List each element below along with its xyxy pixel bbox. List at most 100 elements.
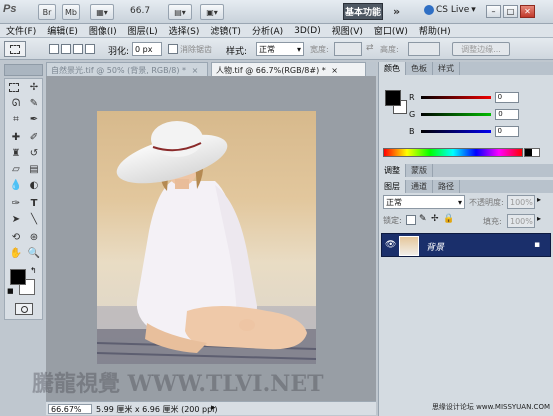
maximize-button[interactable]: □ — [503, 5, 518, 18]
add-selection-icon[interactable] — [61, 44, 71, 54]
channel-value-b[interactable]: 0 — [494, 125, 519, 137]
pen-tool-icon[interactable]: ✑ — [9, 197, 23, 211]
lock-all-icon[interactable]: 🔒 — [443, 214, 454, 224]
healing-brush-tool-icon[interactable]: ✚ — [9, 131, 23, 145]
height-input[interactable] — [408, 42, 440, 56]
more-workspaces-icon[interactable]: » — [393, 5, 400, 18]
subtract-selection-icon[interactable] — [73, 44, 83, 54]
crop-tool-icon[interactable]: ⌗ — [9, 113, 23, 127]
opacity-arrow-icon[interactable]: ▸ — [537, 195, 541, 204]
lock-transparent-icon[interactable] — [406, 215, 416, 225]
tab-adjustments[interactable]: 调整 — [379, 164, 406, 177]
fill-arrow-icon[interactable]: ▸ — [537, 214, 541, 223]
menu-image[interactable]: 图像(I) — [89, 24, 117, 37]
marquee-tool-icon[interactable] — [9, 83, 19, 92]
blur-tool-icon[interactable]: 💧 — [9, 179, 23, 193]
fill-input[interactable]: 100% — [507, 214, 535, 228]
minimize-button[interactable]: – — [486, 5, 501, 18]
tab-styles[interactable]: 样式 — [433, 62, 460, 75]
tool-preset-picker[interactable] — [4, 41, 26, 57]
channel-label-b: B — [409, 126, 415, 136]
brush-tool-icon[interactable]: ✐ — [27, 131, 41, 145]
status-menu-icon[interactable]: ▸ — [211, 403, 216, 413]
gradient-tool-icon[interactable]: ▤ — [27, 163, 41, 177]
lock-position-icon[interactable]: ✢ — [431, 214, 439, 224]
menu-filter[interactable]: 滤镜(T) — [210, 24, 241, 37]
quick-mask-button[interactable] — [15, 303, 33, 315]
chevron-down-icon: ▾ — [457, 197, 462, 207]
hand-tool-icon[interactable]: ✋ — [9, 247, 23, 261]
zoom-level[interactable]: 66.7 — [130, 6, 150, 16]
blend-mode-select[interactable]: 正常 ▾ — [383, 195, 465, 209]
visibility-eye-icon[interactable]: 👁 — [385, 240, 396, 250]
menu-edit[interactable]: 编辑(E) — [47, 24, 78, 37]
style-select[interactable]: 正常 ▾ — [256, 42, 304, 56]
shape-tool-icon[interactable]: ╲ — [27, 213, 41, 227]
tab-channels[interactable]: 通道 — [406, 180, 433, 193]
3d-rotate-tool-icon[interactable]: ⟲ — [9, 231, 23, 245]
menu-window[interactable]: 窗口(W) — [374, 24, 408, 37]
slider-r[interactable] — [420, 95, 491, 99]
lock-image-icon[interactable]: ✎ — [419, 214, 427, 224]
slider-b[interactable] — [420, 129, 491, 133]
tab-document-2[interactable]: 人物.tif @ 66.7%(RGB/8#) * × — [211, 62, 366, 76]
move-tool-icon[interactable]: ✢ — [27, 81, 41, 95]
width-input[interactable] — [334, 42, 362, 56]
workspace-button[interactable]: 基本功能 — [343, 3, 383, 20]
dodge-tool-icon[interactable]: ◐ — [27, 179, 41, 193]
tab-layers[interactable]: 图层 — [379, 180, 406, 193]
swap-icon[interactable]: ⇄ — [366, 43, 374, 53]
tools-header[interactable] — [4, 64, 43, 76]
default-colors-icon[interactable]: ■ — [7, 287, 14, 295]
tab-document-1[interactable]: 自然景光.tif @ 50% (背景, RGB/8) * × — [46, 62, 208, 76]
refine-edge-button[interactable]: 调整边缘... — [452, 42, 510, 56]
swap-colors-icon[interactable]: ↰ — [30, 266, 37, 275]
status-zoom[interactable]: 66.67% — [48, 404, 92, 414]
color-spectrum-bar[interactable] — [383, 148, 523, 157]
bridge-button[interactable]: Br — [38, 4, 56, 20]
black-white-swatch[interactable] — [524, 148, 540, 157]
cs-live-button[interactable]: CS Live ▾ — [424, 5, 476, 15]
color-panel-foreground-top — [385, 90, 401, 106]
menu-3d[interactable]: 3D(D) — [294, 26, 321, 36]
tab-masks[interactable]: 蒙版 — [406, 164, 433, 177]
arrange-documents-button[interactable]: ▤▾ — [168, 4, 192, 20]
menu-select[interactable]: 选择(S) — [169, 24, 200, 37]
intersect-selection-icon[interactable] — [85, 44, 95, 54]
layer-row-background[interactable]: 👁 背景 ▪ — [381, 233, 551, 257]
close-tab-icon[interactable]: × — [331, 66, 338, 75]
opacity-input[interactable]: 100% — [507, 195, 535, 209]
clone-stamp-tool-icon[interactable]: ♜ — [9, 147, 23, 161]
menu-analysis[interactable]: 分析(A) — [252, 24, 283, 37]
lasso-tool-icon[interactable]: ᘏ — [9, 97, 23, 111]
path-select-tool-icon[interactable]: ➤ — [9, 213, 23, 227]
3d-orbit-tool-icon[interactable]: ⊛ — [27, 231, 41, 245]
close-tab-icon[interactable]: × — [192, 66, 199, 75]
slider-g[interactable] — [421, 112, 492, 116]
tab-color[interactable]: 颜色 — [379, 62, 406, 75]
tab-paths[interactable]: 路径 — [433, 180, 460, 193]
close-button[interactable]: ✕ — [520, 5, 535, 18]
zoom-tool-icon[interactable]: 🔍 — [27, 247, 41, 261]
right-panel-dock: 颜色 色板 样式 R 0 G 0 B 0 调整 蒙版 图层 通道 路径 正常 ▾… — [378, 62, 553, 416]
channel-row-g: G 0 — [409, 108, 549, 120]
mini-bridge-button[interactable]: Mb — [62, 4, 80, 20]
screen-mode-button[interactable]: ▣▾ — [200, 4, 224, 20]
eraser-tool-icon[interactable]: ▱ — [9, 163, 23, 177]
new-selection-icon[interactable] — [49, 44, 59, 54]
menu-help[interactable]: 帮助(H) — [419, 24, 451, 37]
channel-value-g[interactable]: 0 — [495, 108, 520, 120]
view-extras-button[interactable]: ▦▾ — [90, 4, 114, 20]
menu-file[interactable]: 文件(F) — [6, 24, 36, 37]
feather-input[interactable]: 0 px — [132, 42, 162, 56]
menu-view[interactable]: 视图(V) — [332, 24, 363, 37]
quick-select-tool-icon[interactable]: ✎ — [27, 97, 41, 111]
menu-layer[interactable]: 图层(L) — [128, 24, 158, 37]
eyedropper-tool-icon[interactable]: ✒ — [27, 113, 41, 127]
history-brush-tool-icon[interactable]: ↺ — [27, 147, 41, 161]
antialias-checkbox[interactable] — [168, 44, 178, 54]
tab-swatches[interactable]: 色板 — [406, 62, 433, 75]
channel-value-r[interactable]: 0 — [494, 91, 519, 103]
marquee-icon — [10, 44, 20, 54]
type-tool-icon[interactable]: T — [27, 197, 41, 211]
